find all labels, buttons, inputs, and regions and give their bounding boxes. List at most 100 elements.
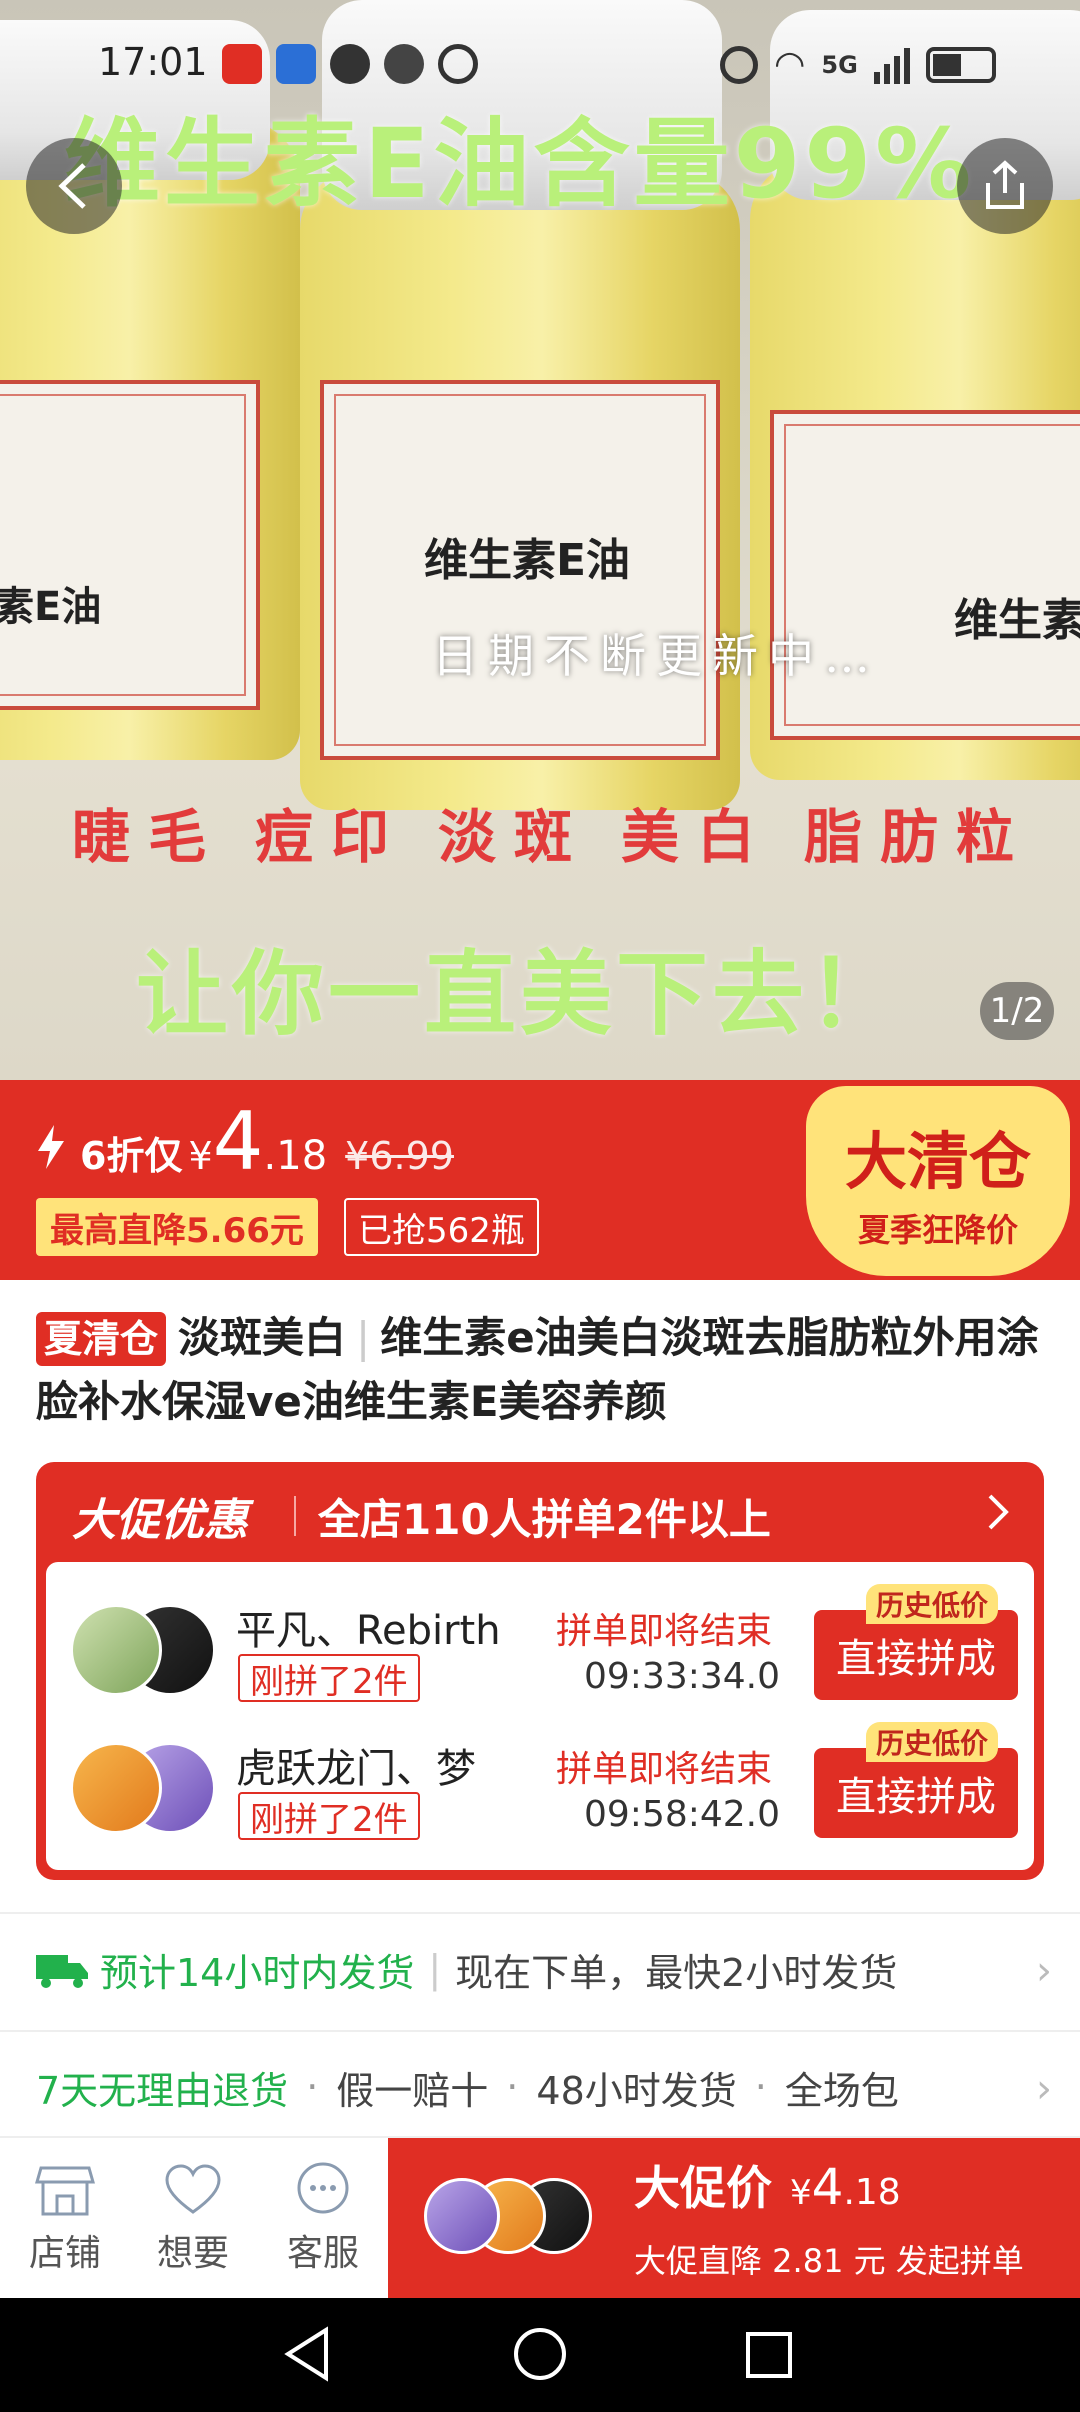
price-banner: 6折仅 ¥ 4 .18 ¥6.99 最高直降5.66元 已抢562瓶 大清仓 夏… bbox=[0, 1080, 1080, 1280]
shipping-detail: 现在下单，最快2小时发货 bbox=[455, 1950, 898, 1995]
shipping-row[interactable]: 预计14小时内发货 | 现在下单，最快2小时发货 › bbox=[0, 1912, 1080, 2024]
group-timer: 09:33:34.0 bbox=[584, 1656, 781, 1697]
alarm-icon bbox=[438, 44, 478, 84]
avatar bbox=[70, 1742, 162, 1834]
guarantee-sep: · bbox=[506, 2065, 519, 2109]
bottle-right-label: 维生素 bbox=[770, 410, 1080, 740]
chevron-right-icon: › bbox=[1036, 1948, 1052, 1994]
guarantee-sep: · bbox=[754, 2065, 767, 2109]
back-button[interactable] bbox=[26, 138, 122, 234]
chevron-right-icon: › bbox=[1036, 2066, 1052, 2112]
history-low-tag: 历史低价 bbox=[866, 1722, 999, 1762]
nav-back-icon[interactable] bbox=[282, 2326, 332, 2382]
truck-icon bbox=[36, 1955, 88, 1988]
hero-headline: 维生素E油含量99% bbox=[64, 108, 976, 220]
group-status: 刚拼了2件 bbox=[238, 1654, 420, 1702]
product-title: 夏清仓 淡斑美白 | 维生素e油美白淡斑去脂肪粒外用涂脸补水保湿ve油维生素E美容养颜 bbox=[36, 1306, 1046, 1434]
service-button[interactable]: 客服 bbox=[258, 2138, 388, 2300]
max-drop-tag: 最高直降5.66元 bbox=[36, 1198, 318, 1256]
bottom-action-bar: 店铺 想要 客服 大促价 ¥ 4 .18 大促直降 2.81 元 发起拼单 bbox=[0, 2136, 1080, 2300]
nav-recents-icon[interactable] bbox=[744, 2330, 794, 2380]
title-part1: 淡斑美白 bbox=[178, 1313, 347, 1362]
guarantee-item: 假一赔十 bbox=[336, 2068, 489, 2113]
status-notification-icons bbox=[222, 44, 478, 84]
shop-icon bbox=[35, 2166, 95, 2216]
guarantee-item: 48小时发货 bbox=[536, 2068, 737, 2113]
bottle-center-label: 维生素E油 bbox=[320, 380, 720, 760]
share-button[interactable] bbox=[957, 138, 1053, 234]
sold-count-tag: 已抢562瓶 bbox=[344, 1198, 539, 1256]
price-line: 6折仅 ¥ 4 .18 ¥6.99 bbox=[36, 1102, 454, 1182]
guarantee-row[interactable]: 7天无理由退货 · 假一赔十 · 48小时发货 · 全场包 › bbox=[0, 2030, 1080, 2142]
original-price: ¥6.99 bbox=[345, 1134, 454, 1178]
guarantee-item: 全场包 bbox=[784, 2068, 899, 2113]
price-integer: 4 bbox=[212, 1095, 264, 1188]
cta-currency: ¥ bbox=[790, 2173, 812, 2213]
bottle-center-label-text: 维生素E油 bbox=[424, 535, 631, 586]
promo-divider bbox=[294, 1496, 296, 1536]
message-icon bbox=[330, 44, 370, 84]
avatar bbox=[70, 1604, 162, 1696]
back-arrow-icon bbox=[58, 163, 86, 209]
hero-use-2: 淡斑 bbox=[437, 803, 590, 871]
shipping-estimate: 预计14小时内发货 bbox=[100, 1950, 415, 1995]
battery-icon bbox=[925, 46, 996, 83]
hero-update-note: 日期不断更新中… bbox=[432, 629, 880, 683]
guarantee-first: 7天无理由退货 bbox=[36, 2068, 289, 2113]
hero-use-1: 痘印 bbox=[254, 803, 407, 871]
want-button[interactable]: 想要 bbox=[128, 2138, 258, 2300]
cta-price-dec: .18 bbox=[843, 2172, 901, 2213]
alarm-clock-icon bbox=[720, 45, 758, 84]
promo-card[interactable]: 大促优惠 全店110人拼单2件以上 平凡、Rebirth 刚拼了2件 拼单即将结… bbox=[36, 1462, 1044, 1880]
signal-icon bbox=[873, 46, 910, 84]
group-buy-button[interactable]: 大促价 ¥ 4 .18 大促直降 2.81 元 发起拼单 bbox=[388, 2138, 1080, 2300]
cta-price-line: 大促价 ¥ 4 .18 bbox=[634, 2152, 901, 2218]
hero-uses: 睫毛 痘印 淡斑 美白 脂肪粒 bbox=[72, 790, 1032, 874]
cta-price-int: 4 bbox=[811, 2158, 844, 2216]
price-decimal: .18 bbox=[263, 1133, 328, 1179]
voice-icon bbox=[384, 44, 424, 84]
shop-button[interactable]: 店铺 bbox=[0, 2138, 130, 2300]
history-low-tag: 历史低价 bbox=[866, 1584, 999, 1624]
price-currency: ¥ bbox=[188, 1134, 213, 1178]
chevron-right-icon bbox=[988, 1494, 1009, 1530]
system-nav-bar bbox=[0, 2298, 1080, 2412]
app-notification-icon bbox=[222, 44, 262, 84]
app-notification-icon bbox=[276, 44, 316, 84]
share-icon bbox=[986, 160, 1024, 209]
status-right-icons: ◠ 5G bbox=[720, 44, 996, 85]
service-label: 客服 bbox=[286, 2233, 359, 2274]
clearance-subtitle: 夏季狂降价 bbox=[857, 1211, 1018, 1249]
want-label: 想要 bbox=[156, 2233, 229, 2274]
bottle-right-label-text: 维生素 bbox=[954, 595, 1080, 646]
nav-home-icon[interactable] bbox=[512, 2326, 568, 2382]
shop-label: 店铺 bbox=[28, 2233, 101, 2274]
cta-subtitle: 大促直降 2.81 元 发起拼单 bbox=[634, 2242, 1024, 2280]
clearance-title: 大清仓 bbox=[844, 1125, 1031, 1198]
hero-slogan: 让你一直美下去！ bbox=[136, 941, 905, 1048]
group-status: 刚拼了2件 bbox=[238, 1792, 420, 1840]
hero-use-4: 脂肪粒 bbox=[803, 803, 1032, 871]
cta-avatar bbox=[424, 2178, 500, 2254]
group-row: 虎跃龙门、梦 刚拼了2件 拼单即将结束 09:58:42.0 直接拼成 历史低价 bbox=[46, 1722, 1034, 1852]
network-label: 5G bbox=[821, 50, 858, 79]
hero-use-3: 美白 bbox=[620, 803, 773, 871]
group-ending: 拼单即将结束 bbox=[556, 1749, 773, 1790]
discount-label: 6折仅 bbox=[80, 1134, 183, 1178]
group-names: 平凡、Rebirth bbox=[236, 1608, 501, 1654]
chat-icon bbox=[297, 2162, 349, 2214]
clearance-badge[interactable]: 大清仓 夏季狂降价 bbox=[806, 1086, 1070, 1276]
wifi-icon: ◠ bbox=[774, 44, 806, 85]
guarantee-sep: · bbox=[306, 2065, 319, 2109]
group-timer: 09:58:42.0 bbox=[584, 1794, 781, 1835]
promo-title: 大促优惠 bbox=[72, 1495, 248, 1546]
group-row: 平凡、Rebirth 刚拼了2件 拼单即将结束 09:33:34.0 直接拼成 … bbox=[46, 1584, 1034, 1714]
image-page-indicator: 1/2 bbox=[980, 982, 1054, 1040]
shipping-divider: | bbox=[428, 1947, 442, 1991]
cta-label: 大促价 bbox=[634, 2161, 772, 2215]
bottle-left-label: 素E油 bbox=[0, 380, 260, 710]
title-tag: 夏清仓 bbox=[36, 1312, 167, 1366]
product-image-carousel[interactable]: 素E油 维生素E油 维生素 维生素E油含量99% 日期不断更新中… 睫毛 痘印 … bbox=[0, 0, 1080, 1080]
title-divider: | bbox=[356, 1313, 371, 1362]
group-names: 虎跃龙门、梦 bbox=[236, 1746, 476, 1792]
